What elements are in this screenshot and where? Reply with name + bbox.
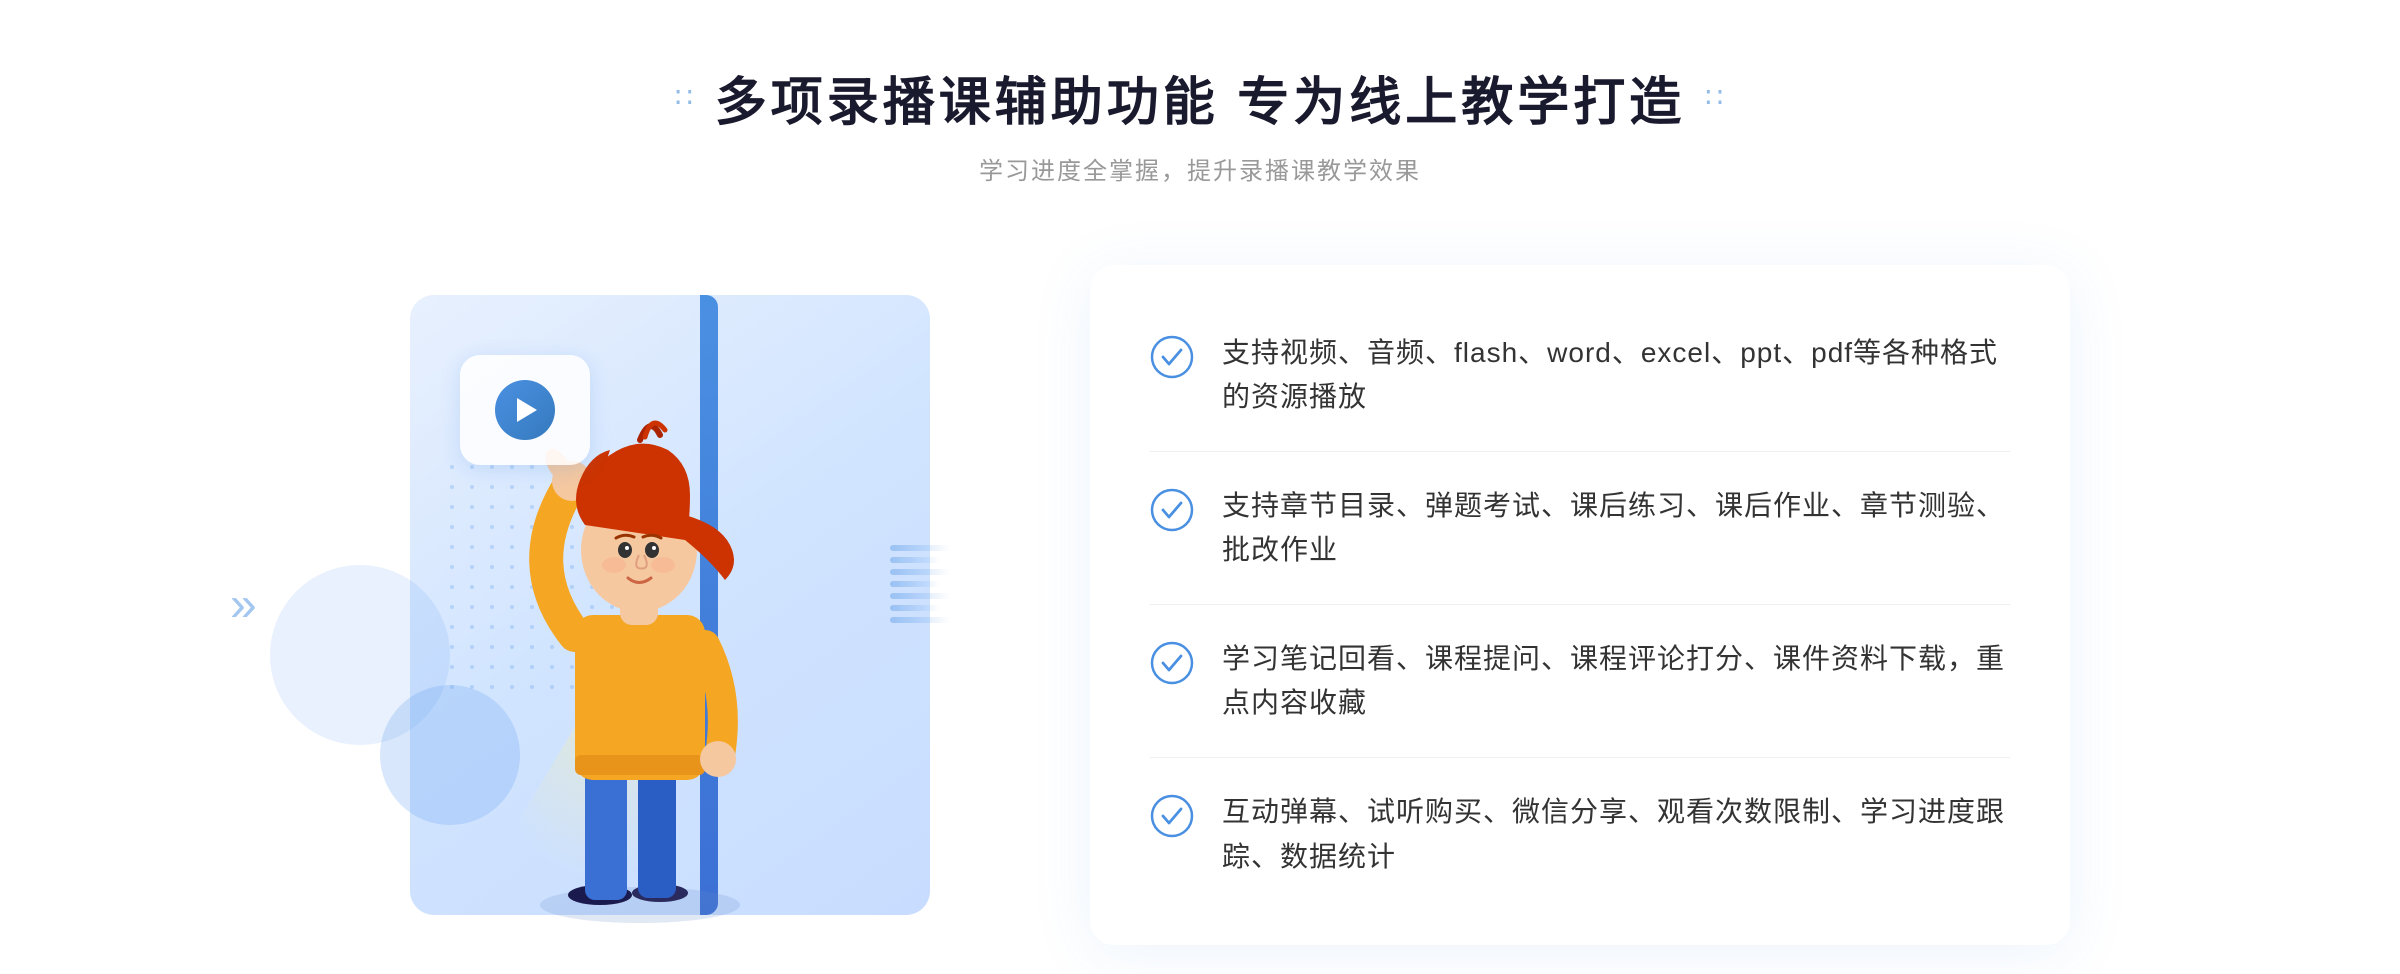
- right-decoration-dots: ∷: [1705, 81, 1725, 114]
- feature-text-2: 支持章节目录、弹题考试、课后练习、课后作业、章节测验、批改作业: [1222, 484, 2010, 574]
- illustration-area: »: [330, 265, 1010, 945]
- play-bubble: [460, 355, 590, 465]
- left-arrow-icon: »: [230, 578, 257, 633]
- feature-divider-2: [1150, 604, 2010, 605]
- header-section: ∷ 多项录播课辅助功能 专为线上教学打造 ∷ 学习进度全掌握，提升录播课教学效果: [675, 60, 1725, 186]
- feature-item-4: 互动弹幕、试听购买、微信分享、观看次数限制、学习进度跟踪、数据统计: [1150, 790, 2010, 880]
- page-title: 多项录播课辅助功能 专为线上教学打造: [715, 60, 1685, 135]
- feature-item-2: 支持章节目录、弹题考试、课后练习、课后作业、章节测验、批改作业: [1150, 484, 2010, 574]
- stripe-decoration: [890, 545, 950, 665]
- feature-text-4: 互动弹幕、试听购买、微信分享、观看次数限制、学习进度跟踪、数据统计: [1222, 790, 2010, 880]
- feature-divider-1: [1150, 451, 2010, 452]
- page-subtitle: 学习进度全掌握，提升录播课教学效果: [675, 151, 1725, 186]
- check-icon-3: [1150, 641, 1194, 685]
- play-button-icon: [495, 380, 555, 440]
- person-illustration: [490, 385, 790, 925]
- feature-text-3: 学习笔记回看、课程提问、课程评论打分、课件资料下载，重点内容收藏: [1222, 637, 2010, 727]
- check-icon-4: [1150, 794, 1194, 838]
- features-panel: 支持视频、音频、flash、word、excel、ppt、pdf等各种格式的资源…: [1090, 265, 2070, 945]
- left-decoration-dots: ∷: [675, 81, 695, 114]
- feature-divider-3: [1150, 757, 2010, 758]
- feature-text-1: 支持视频、音频、flash、word、excel、ppt、pdf等各种格式的资源…: [1222, 331, 2010, 421]
- main-content: »: [0, 236, 2400, 974]
- page-container: ∷ 多项录播课辅助功能 专为线上教学打造 ∷ 学习进度全掌握，提升录播课教学效果…: [0, 0, 2400, 974]
- play-triangle: [517, 398, 537, 422]
- feature-item-1: 支持视频、音频、flash、word、excel、ppt、pdf等各种格式的资源…: [1150, 331, 2010, 421]
- feature-item-3: 学习笔记回看、课程提问、课程评论打分、课件资料下载，重点内容收藏: [1150, 637, 2010, 727]
- check-icon-1: [1150, 335, 1194, 379]
- check-icon-2: [1150, 488, 1194, 532]
